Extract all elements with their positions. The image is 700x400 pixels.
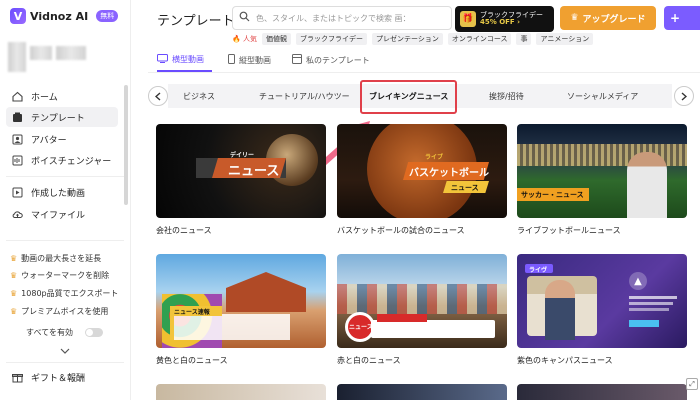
avatar[interactable] — [8, 42, 100, 76]
logo-icon: V — [10, 8, 26, 24]
category-greeting[interactable]: 挨拶/招待 — [489, 91, 524, 102]
search-icon — [239, 11, 250, 25]
tab-my-templates[interactable]: 私のテンプレート — [292, 54, 370, 66]
voice-icon — [12, 155, 23, 166]
sidebar-item-label: アバター — [31, 135, 67, 146]
template-thumbnail[interactable] — [156, 384, 326, 400]
tag-chip[interactable]: 価値観 — [261, 33, 291, 45]
category-social-media[interactable]: ソーシャルメディア — [567, 91, 638, 102]
expand-icon[interactable]: ⤢ — [686, 378, 698, 390]
category-highlight-box — [360, 80, 457, 114]
sidebar-item-my-videos[interactable]: 作成した動画 — [6, 182, 118, 202]
template-title: 会社のニュース — [156, 226, 212, 235]
sidebar-item-label: ギフト＆報酬 — [31, 373, 86, 384]
plan-badge: 無料 — [96, 10, 119, 22]
template-thumbnail[interactable]: ニュース速報 — [156, 254, 326, 348]
gift-box-icon: 🎁 — [460, 11, 476, 27]
page-title: テンプレート — [157, 14, 235, 29]
sidebar-item-avatars[interactable]: アバター — [6, 129, 118, 149]
template-thumbnail[interactable] — [337, 384, 507, 400]
divider — [6, 240, 124, 241]
template-title: ライブフットボールニュース — [517, 226, 621, 235]
template-thumbnail[interactable]: ライブ バスケットボール ニュース — [337, 124, 507, 218]
tag-chip[interactable]: ブラックフライデー — [295, 33, 367, 45]
template-title: 赤と白のニュース — [337, 356, 401, 365]
sidebar-item-home[interactable]: ホーム — [6, 86, 118, 106]
category-business[interactable]: ビジネス — [183, 91, 215, 102]
sidebar-item-my-files[interactable]: マイファイル — [6, 204, 118, 224]
cloud-icon — [12, 209, 23, 220]
chevron-left-icon[interactable] — [148, 86, 168, 106]
tag-chip[interactable]: オンラインコース — [447, 33, 512, 45]
template-thumbnail[interactable] — [517, 384, 687, 400]
crown-icon: ♛ — [10, 307, 18, 316]
sidebar-item-label: ボイスチェンジャー — [31, 156, 112, 167]
app-logo[interactable]: V Vidnoz AI 無料 — [10, 8, 119, 24]
sidebar-item-templates[interactable]: テンプレート — [6, 107, 118, 127]
chevron-right-icon[interactable] — [674, 86, 694, 106]
popular-tags: 🔥 人気 価値観 ブラックフライデー プレゼンテーション オンラインコース 事 … — [232, 33, 594, 45]
sidebar-item-gift[interactable]: ギフト＆報酬 — [6, 367, 118, 387]
crown-icon: ♛ — [10, 289, 18, 298]
sidebar-item-label: マイファイル — [31, 210, 86, 221]
tab-landscape[interactable]: 横型動画 — [157, 54, 204, 65]
tag-chip[interactable]: プレゼンテーション — [371, 33, 443, 45]
app-name: Vidnoz AI — [30, 9, 89, 23]
divider — [6, 176, 124, 177]
promo-item: ♛ 1080p品質でエクスポート — [10, 289, 119, 298]
template-thumbnail[interactable]: ライヴ ▲ — [517, 254, 687, 348]
template-thumbnail[interactable]: デイリー ニュース — [156, 124, 326, 218]
enable-all-toggle[interactable] — [84, 328, 103, 337]
avatar-icon — [12, 134, 23, 145]
template-title: 黄色と白のニュース — [156, 356, 228, 365]
chevron-down-icon[interactable] — [60, 347, 70, 356]
bf-discount: 45% OFF › — [480, 18, 521, 26]
sidebar-item-label: ホーム — [31, 92, 58, 103]
search-placeholder: 色、スタイル、またはトピックで検索 画： — [256, 13, 411, 23]
popular-label: 🔥 人気 — [232, 35, 257, 43]
template-icon — [12, 112, 23, 123]
template-title: 紫色のキャンパスニュース — [517, 356, 613, 365]
tab-portrait[interactable]: 縦型動画 — [228, 54, 271, 66]
sidebar-item-label: テンプレート — [31, 113, 85, 124]
upgrade-button[interactable]: ♛ アップグレード — [560, 6, 656, 30]
crown-icon: ♛ — [570, 13, 579, 23]
search-input[interactable]: 色、スタイル、またはトピックで検索 画： — [232, 6, 452, 30]
promo-item: ♛ プレミアムボイスを使用 — [10, 307, 109, 316]
template-thumbnail[interactable]: ニュース — [337, 254, 507, 348]
sidebar: V Vidnoz AI 無料 ホーム テンプレート アバター ボイスチェンジャー — [0, 0, 131, 400]
video-icon — [12, 187, 23, 198]
sidebar-scrollbar[interactable] — [124, 85, 128, 205]
gift-icon — [12, 372, 23, 383]
monitor-icon — [157, 54, 168, 65]
crown-icon: ♛ — [10, 271, 18, 280]
enable-all-label: すべてを有効 — [26, 328, 73, 337]
black-friday-banner[interactable]: 🎁 ブラックフライデー 45% OFF › — [455, 6, 554, 32]
create-button[interactable]: + — [664, 6, 700, 30]
promo-item: ♛ 動画の最大長さを延長 — [10, 254, 102, 263]
enable-all-row: すべてを有効 — [26, 327, 103, 338]
tag-chip[interactable]: 事 — [516, 33, 532, 45]
promo-item: ♛ ウォーターマークを削除 — [10, 271, 110, 280]
template-title: バスケットボールの試合のニュース — [337, 226, 465, 235]
divider — [148, 72, 700, 73]
template-icon — [292, 54, 302, 66]
sidebar-item-label: 作成した動画 — [31, 188, 86, 199]
template-thumbnail[interactable]: サッカー・ニュース — [517, 124, 687, 218]
sidebar-item-voice-changer[interactable]: ボイスチェンジャー — [6, 150, 118, 170]
tag-chip[interactable]: アニメーション — [536, 33, 594, 45]
divider — [6, 362, 124, 363]
graduation-cap-icon: ▲ — [629, 272, 647, 290]
category-tutorial[interactable]: チュートリアル/ハウツー — [259, 91, 350, 102]
crown-icon: ♛ — [10, 254, 18, 263]
home-icon — [12, 91, 23, 102]
phone-icon — [228, 54, 235, 66]
